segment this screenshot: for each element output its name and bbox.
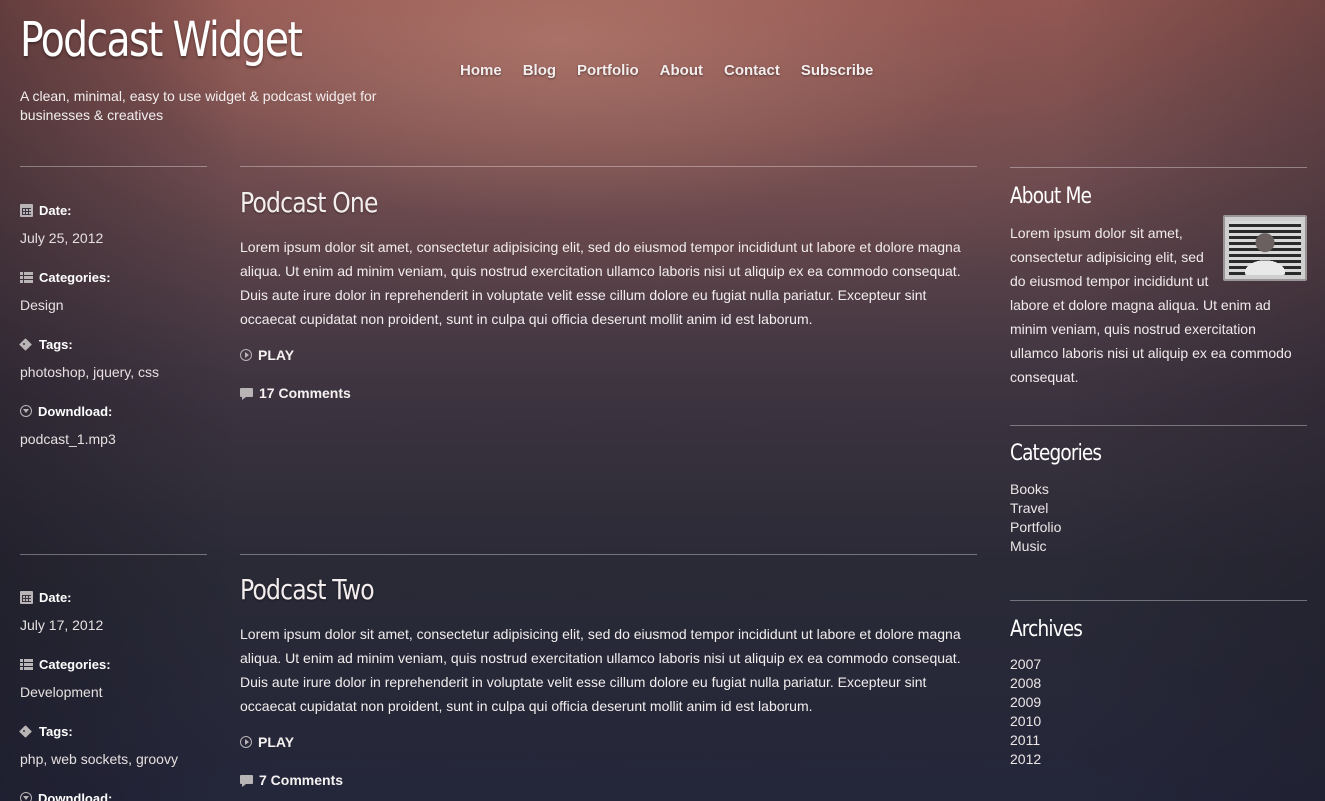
category-link-travel[interactable]: Travel xyxy=(1010,500,1048,516)
download-label-row: Downdload: xyxy=(20,790,210,801)
post-title[interactable]: Podcast Two xyxy=(240,573,859,606)
tags-label: Tags: xyxy=(39,723,73,739)
post-body: Lorem ipsum dolor sit amet, consectetur … xyxy=(240,626,961,714)
tags-label-row: Tags: xyxy=(20,723,210,739)
calendar-icon xyxy=(20,203,33,217)
categories-label: Categories: xyxy=(39,656,111,672)
archives-list: 2007 2008 2009 2010 2011 2012 xyxy=(1010,655,1307,769)
play-icon xyxy=(240,349,252,361)
site-tagline: A clean, minimal, easy to use widget & p… xyxy=(20,88,377,123)
nav-subscribe[interactable]: Subscribe xyxy=(801,62,874,79)
divider xyxy=(240,166,977,167)
nav-portfolio[interactable]: Portfolio xyxy=(577,62,639,79)
play-button[interactable]: PLAY xyxy=(240,347,977,363)
comment-icon xyxy=(240,387,253,400)
categories-label: Categories: xyxy=(39,269,111,285)
post-body: Lorem ipsum dolor sit amet, consectetur … xyxy=(240,239,961,327)
divider xyxy=(20,554,207,555)
download-label: Downdload: xyxy=(38,403,113,419)
list-item: 2009 xyxy=(1010,693,1307,712)
about-title: About Me xyxy=(1010,184,1092,209)
date-label: Date: xyxy=(39,589,72,605)
download-label: Downdload: xyxy=(38,790,113,801)
divider xyxy=(20,166,207,167)
tags-label: Tags: xyxy=(39,336,73,352)
nav-about[interactable]: About xyxy=(660,62,703,79)
about-content: Lorem ipsum dolor sit amet, consectetur … xyxy=(1010,215,1307,389)
post-title[interactable]: Podcast One xyxy=(240,186,859,219)
main-nav: Home Blog Portfolio About Contact Subscr… xyxy=(460,62,873,79)
list-item: Travel xyxy=(1010,499,1307,518)
tag-icon xyxy=(20,725,33,738)
categories-title: Categories xyxy=(1010,441,1102,466)
divider xyxy=(1010,167,1307,168)
categories-list: Books Travel Portfolio Music xyxy=(1010,480,1307,556)
list-item: 2010 xyxy=(1010,712,1307,731)
play-label: PLAY xyxy=(258,734,295,750)
categories-label-row: Categories: xyxy=(20,269,210,285)
archive-link-2009[interactable]: 2009 xyxy=(1010,694,1041,710)
avatar xyxy=(1223,215,1307,281)
comments-label: 17 Comments xyxy=(259,385,351,401)
archives-title: Archives xyxy=(1010,617,1083,642)
divider xyxy=(1010,425,1307,426)
post-date: July 25, 2012 xyxy=(20,230,104,246)
archive-link-2008[interactable]: 2008 xyxy=(1010,675,1041,691)
list-icon xyxy=(20,658,33,671)
post-tags[interactable]: photoshop, jquery, css xyxy=(20,364,210,382)
comment-icon xyxy=(240,774,253,787)
play-icon xyxy=(240,736,252,748)
site-title[interactable]: Podcast Widget xyxy=(20,12,303,68)
list-icon xyxy=(20,271,33,284)
categories-label-row: Categories: xyxy=(20,656,210,672)
post-categories[interactable]: Design xyxy=(20,297,210,315)
archive-link-2007[interactable]: 2007 xyxy=(1010,656,1041,672)
list-item: 2012 xyxy=(1010,750,1307,769)
about-widget: About Me Lorem ipsum dolor sit amet, con… xyxy=(1010,184,1307,389)
calendar-icon xyxy=(20,590,33,604)
category-link-music[interactable]: Music xyxy=(1010,538,1047,554)
tags-label-row: Tags: xyxy=(20,336,210,352)
download-label-row: Downdload: xyxy=(20,403,210,419)
post: Podcast Two Lorem ipsum dolor sit amet, … xyxy=(240,573,977,788)
post-date: July 17, 2012 xyxy=(20,617,104,633)
divider xyxy=(240,554,977,555)
comments-label: 7 Comments xyxy=(259,772,344,788)
post: Podcast One Lorem ipsum dolor sit amet, … xyxy=(240,186,977,401)
list-item: Portfolio xyxy=(1010,518,1307,537)
list-item: 2011 xyxy=(1010,731,1307,750)
divider xyxy=(1010,600,1307,601)
date-label: Date: xyxy=(39,202,72,218)
nav-home[interactable]: Home xyxy=(460,62,502,79)
comments-link[interactable]: 7 Comments xyxy=(240,772,977,788)
archive-link-2010[interactable]: 2010 xyxy=(1010,713,1041,729)
category-link-books[interactable]: Books xyxy=(1010,481,1049,497)
avatar-photo xyxy=(1229,221,1301,275)
play-label: PLAY xyxy=(258,347,295,363)
categories-widget: Categories Books Travel Portfolio Music xyxy=(1010,441,1307,556)
list-item: 2007 xyxy=(1010,655,1307,674)
download-link[interactable]: podcast_1.mp3 xyxy=(20,431,210,449)
post-meta: Date: July 17, 2012 Categories: Developm… xyxy=(20,589,210,801)
date-label-row: Date: xyxy=(20,202,210,218)
list-item: Music xyxy=(1010,537,1307,556)
play-button[interactable]: PLAY xyxy=(240,734,977,750)
post-tags[interactable]: php, web sockets, groovy xyxy=(20,751,210,769)
post-meta: Date: July 25, 2012 Categories: Design T… xyxy=(20,202,210,470)
archive-link-2011[interactable]: 2011 xyxy=(1010,732,1040,748)
list-item: Books xyxy=(1010,480,1307,499)
download-icon xyxy=(20,405,32,417)
nav-blog[interactable]: Blog xyxy=(523,62,556,79)
archive-link-2012[interactable]: 2012 xyxy=(1010,751,1041,767)
post-categories[interactable]: Development xyxy=(20,684,210,702)
date-label-row: Date: xyxy=(20,589,210,605)
download-icon xyxy=(20,792,32,801)
archives-widget: Archives 2007 2008 2009 2010 2011 2012 xyxy=(1010,617,1307,769)
category-link-portfolio[interactable]: Portfolio xyxy=(1010,519,1061,535)
comments-link[interactable]: 17 Comments xyxy=(240,385,977,401)
tag-icon xyxy=(20,338,33,351)
nav-contact[interactable]: Contact xyxy=(724,62,780,79)
list-item: 2008 xyxy=(1010,674,1307,693)
